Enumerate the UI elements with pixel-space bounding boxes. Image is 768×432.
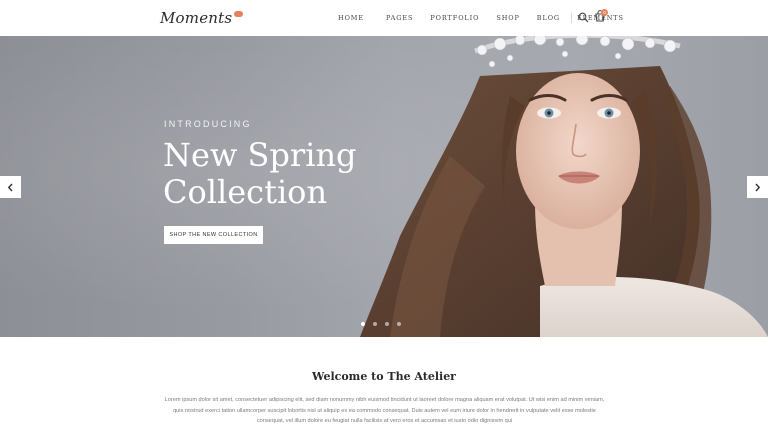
search-icon[interactable]: [578, 12, 589, 23]
nav-item-home[interactable]: HOME: [338, 14, 364, 22]
nav-item-pages[interactable]: PAGES: [386, 14, 413, 22]
cart-count-badge: 0: [601, 9, 608, 16]
hero-eyebrow: INTRODUCING: [164, 119, 252, 129]
slider-next-button[interactable]: [747, 176, 768, 198]
site-header: Moments HOME PAGES PORTFOLIO SHOP BLOG E…: [0, 0, 768, 36]
logo-text: Moments: [160, 9, 233, 27]
welcome-title: Welcome to The Atelier: [312, 370, 456, 383]
chevron-right-icon: [755, 183, 761, 191]
welcome-body: Lorem ipsum dolor sit amet, consectetuer…: [164, 397, 605, 424]
slider-dot-1[interactable]: [361, 322, 365, 326]
nav-item-blog[interactable]: BLOG: [537, 14, 560, 22]
slider-prev-button[interactable]: [0, 176, 21, 198]
logo-badge: [234, 11, 244, 17]
hero-slider: INTRODUCING New Spring Collection SHOP T…: [0, 36, 768, 337]
slider-dot-2[interactable]: [373, 322, 377, 326]
chevron-left-icon: [7, 183, 13, 191]
nav-item-portfolio[interactable]: PORTFOLIO: [430, 14, 479, 22]
nav-divider: [571, 13, 572, 23]
shop-collection-button[interactable]: SHOP THE NEW COLLECTION: [164, 226, 263, 244]
nav-item-shop[interactable]: SHOP: [496, 14, 519, 22]
hero-model-image: [360, 36, 768, 337]
slider-dot-4[interactable]: [397, 322, 401, 326]
slider-dot-3[interactable]: [385, 322, 389, 326]
slider-pagination: [361, 322, 409, 326]
logo[interactable]: Moments: [160, 6, 244, 30]
hero-title: New Spring Collection: [163, 136, 357, 211]
